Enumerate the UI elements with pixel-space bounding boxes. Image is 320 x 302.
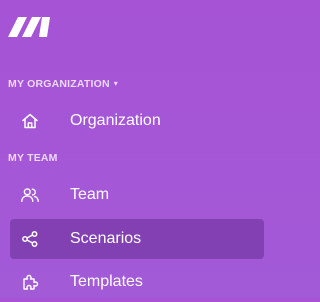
my-organization-heading[interactable]: MY ORGANIZATION ▾ (8, 78, 118, 90)
nav-item-templates[interactable]: Templates (0, 262, 268, 302)
puzzle-icon (20, 272, 40, 292)
nav-item-team-label: Team (70, 186, 110, 203)
share-icon (20, 229, 40, 249)
my-team-label: MY TEAM (8, 152, 58, 164)
make-logo[interactable] (6, 8, 60, 42)
users-icon (20, 185, 40, 205)
nav-item-scenarios-label: Scenarios (70, 230, 142, 247)
nav-item-organization[interactable]: Organization (0, 101, 268, 141)
nav-item-templates-label: Templates (70, 273, 143, 290)
nav-item-organization-label: Organization (70, 112, 161, 129)
nav-item-scenarios[interactable]: Scenarios (10, 219, 264, 259)
chevron-down-icon: ▾ (113, 79, 118, 88)
nav-item-team[interactable]: Team (0, 175, 268, 215)
my-organization-label: MY ORGANIZATION (8, 78, 110, 90)
home-icon (20, 111, 40, 131)
my-team-heading: MY TEAM (8, 152, 58, 164)
make-logo-icon (8, 17, 50, 37)
